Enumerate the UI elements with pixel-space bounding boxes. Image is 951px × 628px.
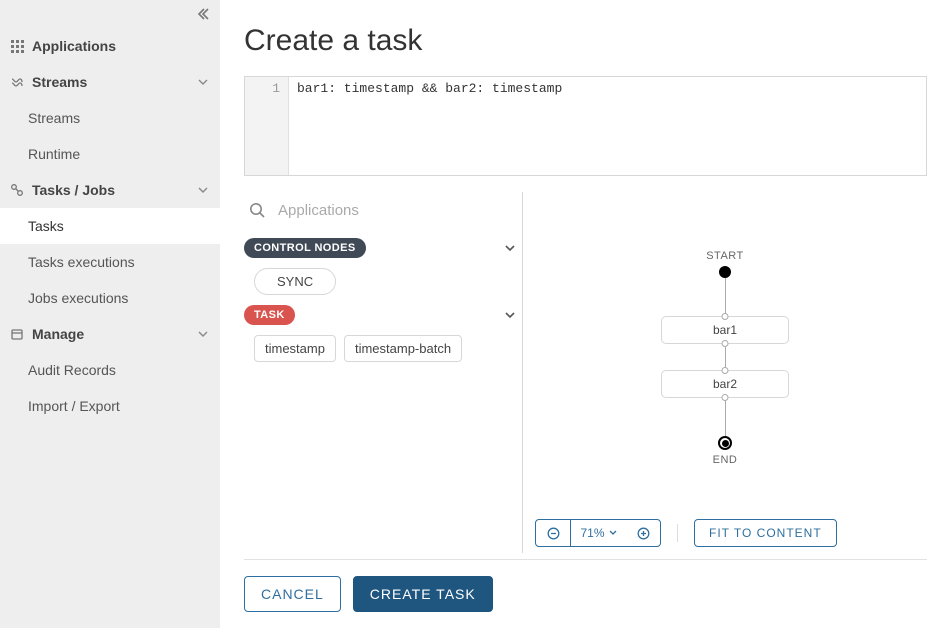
toolbox-category-control[interactable]: CONTROL NODES <box>244 238 522 258</box>
search-icon <box>248 201 266 219</box>
zoom-out-button[interactable] <box>536 520 570 546</box>
chevron-down-icon <box>198 185 208 195</box>
dsl-editor[interactable]: 1 bar1: timestamp && bar2: timestamp <box>244 76 927 176</box>
end-label: END <box>713 454 738 466</box>
sidebar-group-streams[interactable]: Streams <box>0 64 220 100</box>
sidebar-item-label: Runtime <box>28 146 80 162</box>
end-node[interactable] <box>718 436 732 450</box>
zoom-in-button[interactable] <box>626 520 660 546</box>
apps-icon <box>8 39 26 53</box>
control-nodes-pill: CONTROL NODES <box>244 238 366 258</box>
sidebar-item-runtime[interactable]: Runtime <box>0 136 220 172</box>
zoom-value: 71% <box>580 526 604 540</box>
edge <box>725 398 726 436</box>
chevron-down-icon <box>504 242 516 254</box>
chevron-down-icon <box>609 529 617 537</box>
create-task-button[interactable]: CREATE TASK <box>353 576 493 612</box>
collapse-sidebar-icon[interactable] <box>196 7 210 21</box>
sidebar-item-audit[interactable]: Audit Records <box>0 352 220 388</box>
sidebar-item-import-export[interactable]: Import / Export <box>0 388 220 424</box>
sidebar-group-label: Manage <box>32 326 84 342</box>
sidebar-item-label: Tasks executions <box>28 254 135 270</box>
sidebar-item-label: Applications <box>32 38 116 54</box>
page-title: Create a task <box>244 24 927 58</box>
sidebar-item-tasks[interactable]: Tasks <box>0 208 220 244</box>
edge <box>725 344 726 370</box>
port[interactable] <box>722 394 729 401</box>
chevron-down-icon <box>198 77 208 87</box>
sidebar-item-jobs-executions[interactable]: Jobs executions <box>0 280 220 316</box>
flow-canvas[interactable]: START bar1 bar2 END <box>523 192 927 509</box>
sidebar-group-label: Tasks / Jobs <box>32 182 115 198</box>
canvas-pane: START bar1 bar2 END <box>522 192 927 553</box>
sidebar-item-applications[interactable]: Applications <box>0 28 220 64</box>
sidebar-item-label: Jobs executions <box>28 290 128 306</box>
task-pill: TASK <box>244 305 295 325</box>
sidebar-item-streams[interactable]: Streams <box>0 100 220 136</box>
footer-actions: CANCEL CREATE TASK <box>244 559 927 612</box>
manage-icon <box>8 327 26 341</box>
main: Create a task 1 bar1: timestamp && bar2:… <box>220 0 951 628</box>
sidebar: Applications Streams Streams Runtime Tas… <box>0 0 220 628</box>
toolbox-category-task[interactable]: TASK <box>244 305 522 325</box>
line-number: 1 <box>245 81 280 96</box>
sidebar-item-tasks-executions[interactable]: Tasks executions <box>0 244 220 280</box>
fit-to-content-button[interactable]: FIT TO CONTENT <box>694 519 837 547</box>
start-label: START <box>706 250 744 262</box>
sidebar-item-label: Audit Records <box>28 362 116 378</box>
divider <box>677 524 678 542</box>
editor-code[interactable]: bar1: timestamp && bar2: timestamp <box>289 77 926 175</box>
tasks-icon <box>8 183 26 197</box>
sidebar-group-label: Streams <box>32 74 87 90</box>
sidebar-group-tasks[interactable]: Tasks / Jobs <box>0 172 220 208</box>
editor-gutter: 1 <box>245 77 289 175</box>
start-node[interactable] <box>719 266 731 278</box>
port[interactable] <box>722 313 729 320</box>
chevron-down-icon <box>198 329 208 339</box>
toolbox-item-timestamp[interactable]: timestamp <box>254 335 336 362</box>
zoom-control: 71% <box>535 519 661 547</box>
chevron-down-icon <box>504 309 516 321</box>
port[interactable] <box>722 367 729 374</box>
edge <box>725 278 726 316</box>
sidebar-item-label: Import / Export <box>28 398 120 414</box>
sidebar-item-label: Tasks <box>28 218 64 234</box>
toolbox: CONTROL NODES SYNC TASK timestamp t <box>244 192 522 553</box>
toolbox-search-input[interactable] <box>276 201 518 220</box>
toolbox-item-timestamp-batch[interactable]: timestamp-batch <box>344 335 462 362</box>
sidebar-group-manage[interactable]: Manage <box>0 316 220 352</box>
sidebar-item-label: Streams <box>28 110 80 126</box>
toolbox-item-sync[interactable]: SYNC <box>254 268 336 295</box>
port[interactable] <box>722 340 729 347</box>
streams-icon <box>8 75 26 89</box>
zoom-value-dropdown[interactable]: 71% <box>570 520 626 546</box>
cancel-button[interactable]: CANCEL <box>244 576 341 612</box>
